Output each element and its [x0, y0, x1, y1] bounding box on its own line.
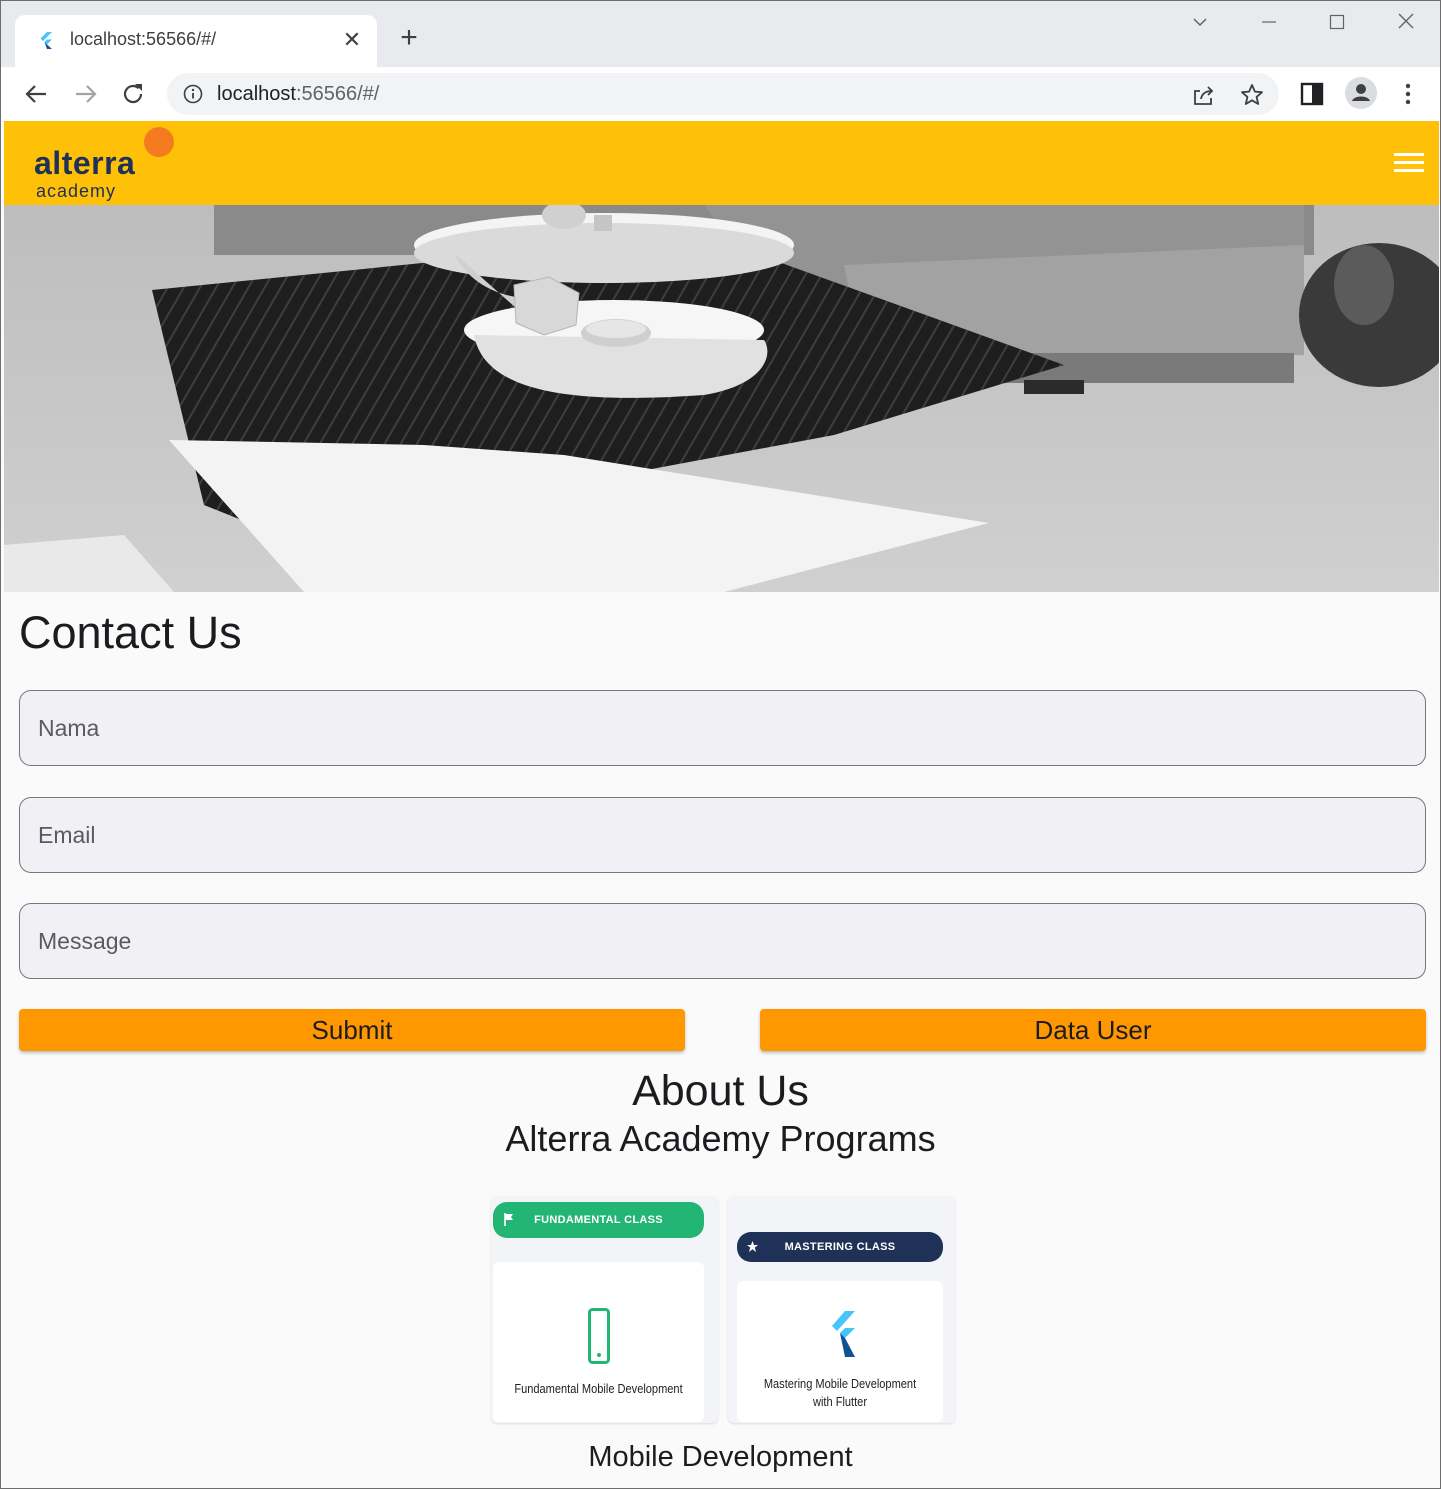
forward-icon[interactable]	[68, 77, 102, 111]
alterra-academy-logo[interactable]: alterra academy	[34, 125, 184, 203]
tab-close-icon[interactable]: ✕	[341, 27, 363, 53]
about-title: About Us	[632, 1067, 809, 1115]
contact-title: Contact Us	[19, 607, 242, 658]
logo-main-text: alterra	[34, 145, 136, 181]
share-icon[interactable]	[1190, 82, 1216, 108]
program-card-mastering[interactable]: MASTERING CLASS Mastering Mobile Develop…	[728, 1196, 955, 1423]
star-icon	[747, 1241, 758, 1252]
badge-label: FUNDAMENTAL CLASS	[534, 1214, 663, 1226]
message-input[interactable]	[20, 904, 1425, 978]
url-text[interactable]: localhost:56566/#/	[217, 83, 379, 106]
program-card-fundamental[interactable]: FUNDAMENTAL CLASS Fundamental Mobile Dev…	[491, 1196, 718, 1423]
maximize-icon[interactable]	[1322, 9, 1352, 39]
name-input[interactable]	[20, 691, 1425, 765]
app-bar: alterra academy	[4, 121, 1439, 205]
name-field[interactable]	[19, 690, 1426, 766]
reload-icon[interactable]	[116, 77, 150, 111]
data-user-button[interactable]: Data User	[760, 1009, 1426, 1051]
browser-tab[interactable]: localhost:56566/#/ ✕	[15, 15, 377, 67]
new-tab-icon[interactable]: +	[394, 23, 424, 55]
info-icon[interactable]	[183, 84, 203, 104]
menu-icon[interactable]	[1394, 153, 1424, 175]
bookmark-star-icon[interactable]	[1239, 82, 1265, 108]
more-options-icon[interactable]	[1393, 79, 1423, 109]
message-field[interactable]	[19, 903, 1426, 979]
logo-sub-text: academy	[36, 181, 117, 201]
logo-dot	[144, 127, 174, 157]
card-text: Mastering Mobile Development with Flutte…	[763, 1376, 917, 1409]
email-input[interactable]	[20, 798, 1425, 872]
close-window-icon[interactable]	[1391, 9, 1421, 39]
minimize-icon[interactable]	[1254, 9, 1284, 39]
phone-icon	[588, 1308, 610, 1364]
badge-label: MASTERING CLASS	[784, 1241, 896, 1253]
flag-icon	[504, 1213, 513, 1226]
about-subtitle: Alterra Academy Programs	[505, 1118, 936, 1159]
living-room-illustration	[4, 205, 1439, 592]
email-field[interactable]	[19, 797, 1426, 873]
back-icon[interactable]	[20, 77, 54, 111]
browser-window: localhost:56566/#/ ✕ + localhost:56566/#…	[0, 0, 1441, 1489]
tab-search-icon[interactable]	[1185, 9, 1215, 39]
submit-button[interactable]: Submit	[19, 1009, 685, 1051]
mobile-development-title: Mobile Development	[588, 1441, 853, 1473]
hero-image	[4, 205, 1439, 592]
address-bar[interactable]: localhost:56566/#/	[167, 73, 1279, 115]
card-text: Fundamental Mobile Development	[514, 1381, 683, 1396]
card-body: Mastering Mobile Development with Flutte…	[737, 1281, 943, 1422]
browser-toolbar: localhost:56566/#/	[1, 67, 1440, 121]
fundamental-class-badge: FUNDAMENTAL CLASS	[493, 1202, 704, 1238]
flutter-favicon-icon	[40, 32, 52, 49]
tab-strip: localhost:56566/#/ ✕ +	[1, 1, 1440, 67]
flutter-icon	[832, 1311, 855, 1357]
mastering-class-badge: MASTERING CLASS	[737, 1232, 943, 1262]
profile-avatar-icon[interactable]	[1344, 76, 1378, 110]
tab-title: localhost:56566/#/	[70, 29, 217, 49]
card-body: Fundamental Mobile Development	[493, 1262, 704, 1422]
side-panel-icon[interactable]	[1297, 79, 1327, 109]
